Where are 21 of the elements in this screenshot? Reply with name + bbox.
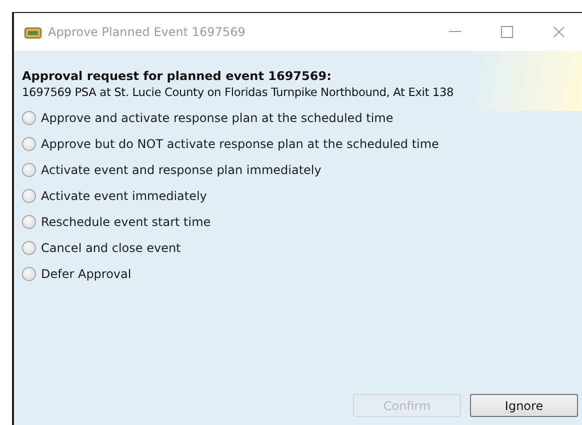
option-label[interactable]: Approve but do NOT activate response plan at the scheduled time xyxy=(41,137,439,151)
radio-button[interactable] xyxy=(22,163,36,177)
request-heading: Approval request for planned event 1697569: xyxy=(22,69,332,83)
minimize-icon[interactable] xyxy=(449,31,461,33)
radio-button[interactable] xyxy=(22,267,36,281)
option-label[interactable]: Activate event and response plan immediately xyxy=(41,163,322,177)
window-title: Approve Planned Event 1697569 xyxy=(48,25,246,39)
radio-button[interactable] xyxy=(22,215,36,229)
radio-button[interactable] xyxy=(22,189,36,203)
option-label[interactable]: Defer Approval xyxy=(41,267,132,281)
dialog-button[interactable]: Ignore xyxy=(470,394,578,417)
close-icon[interactable] xyxy=(553,26,565,38)
option-label[interactable]: Activate event immediately xyxy=(41,189,207,203)
radio-button[interactable] xyxy=(22,111,36,125)
radio-button[interactable] xyxy=(22,241,36,255)
maximize-icon[interactable] xyxy=(501,26,513,38)
radio-button[interactable] xyxy=(22,137,36,151)
event-description: 1697569 PSA at St. Lucie County on Floridas Turnpike Northbound, At Exit 138 xyxy=(22,85,455,99)
option-label[interactable]: Reschedule event start time xyxy=(41,215,211,229)
option-label[interactable]: Cancel and close event xyxy=(41,241,181,255)
option-label[interactable]: Approve and activate response plan at the scheduled time xyxy=(41,111,394,125)
